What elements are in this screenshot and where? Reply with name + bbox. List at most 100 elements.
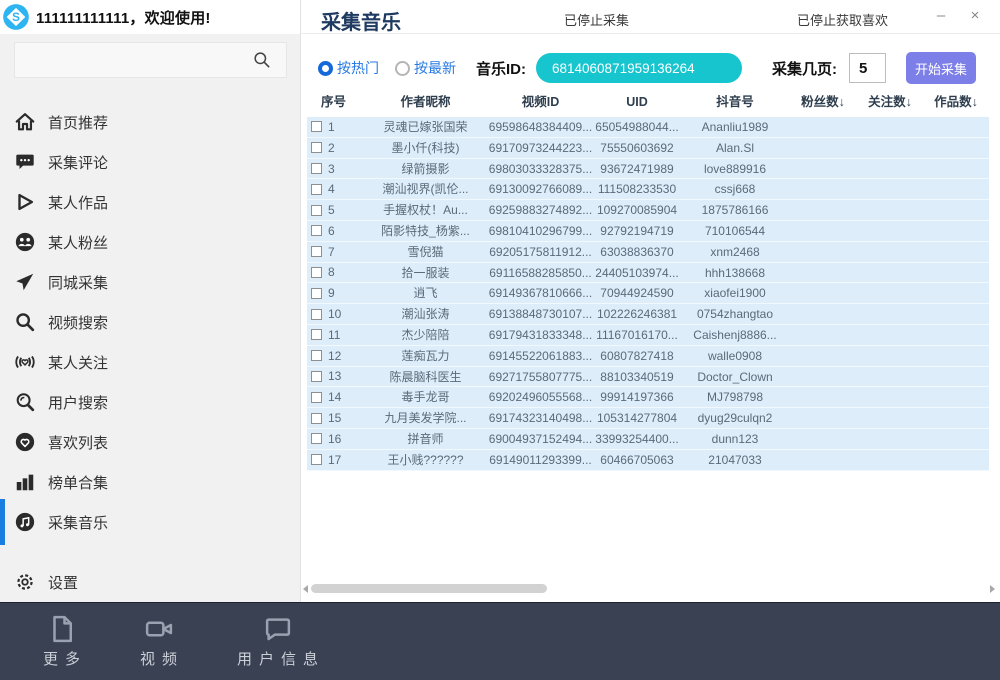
main-panel: 采集音乐 已停止采集 已停止获取喜欢 – × 按热门 按最新 音乐ID: 采集几… — [300, 0, 1000, 602]
row-checkbox[interactable] — [311, 392, 322, 403]
row-checkbox[interactable] — [311, 184, 322, 195]
table-cell: 69202496055568... — [488, 387, 593, 407]
table-header-6[interactable]: 关注数↓ — [857, 90, 923, 114]
row-checkbox[interactable] — [311, 205, 322, 216]
table-cell — [923, 346, 989, 366]
radio-by-new-label[interactable]: 按最新 — [414, 58, 456, 78]
scroll-right-arrow-icon[interactable] — [990, 585, 995, 593]
table-cell: 11167016170... — [593, 325, 681, 345]
minimize-button[interactable]: – — [930, 5, 952, 27]
table-row[interactable]: 16拼音师69004937152494...33993254400...dunn… — [307, 429, 989, 450]
sidebar-item-comments[interactable]: 采集评论 — [0, 142, 300, 182]
radio-by-hot[interactable] — [318, 61, 333, 76]
row-checkbox[interactable] — [311, 163, 322, 174]
row-checkbox[interactable] — [311, 225, 322, 236]
table-cell — [857, 387, 923, 407]
pages-input[interactable] — [849, 53, 886, 83]
table-row[interactable]: 15九月美发学院...69174323140498...105314277804… — [307, 408, 989, 429]
table-row[interactable]: 13陈晨脑科医生69271755807775...88103340519Doct… — [307, 367, 989, 388]
controls-bar: 按热门 按最新 音乐ID: 采集几页: 开始采集 — [301, 48, 1000, 88]
table-cell: 60807827418 — [593, 346, 681, 366]
sidebar-item-city[interactable]: 同城采集 — [0, 262, 300, 302]
sidebar-item-home[interactable]: 首页推荐 — [0, 102, 300, 142]
table-row[interactable]: 14毒手龙哥69202496055568...99914197366MJ7987… — [307, 387, 989, 408]
table-cell: 69271755807775... — [488, 367, 593, 387]
table-row[interactable]: 5手握权杖！Au...69259883274892...109270085904… — [307, 200, 989, 221]
sidebar-item-rankings[interactable]: 榜单合集 — [0, 462, 300, 502]
table-row[interactable]: 8拾一服装69116588285850...24405103974...hhh1… — [307, 263, 989, 284]
sidebar-item-follows[interactable]: 某人关注 — [0, 342, 300, 382]
table-cell: 93672471989 — [593, 159, 681, 179]
sidebar-item-user-search[interactable]: 用户搜索 — [0, 382, 300, 422]
collect-status-text: 已停止采集 — [564, 10, 629, 29]
row-checkbox[interactable] — [311, 309, 322, 320]
row-checkbox[interactable] — [311, 433, 322, 444]
scrollbar-thumb[interactable] — [311, 584, 547, 593]
search-input[interactable] — [15, 43, 252, 77]
bottombar-item-video[interactable]: 视频 — [133, 614, 184, 669]
sidebar-item-works[interactable]: 某人作品 — [0, 182, 300, 222]
bottombar-item-user-info[interactable]: 用户信息 — [230, 614, 325, 669]
row-seq: 8 — [328, 263, 335, 283]
main-header: 采集音乐 已停止采集 已停止获取喜欢 – × — [301, 0, 1000, 34]
row-checkbox[interactable] — [311, 413, 322, 424]
table-cell — [923, 263, 989, 283]
row-checkbox[interactable] — [311, 246, 322, 257]
table-row[interactable]: 17王小贱??????69149011293399...604667050632… — [307, 450, 989, 471]
table-row[interactable]: 11杰少陪陪69179431833348...11167016170...Cai… — [307, 325, 989, 346]
row-checkbox[interactable] — [311, 267, 322, 278]
row-checkbox[interactable] — [311, 371, 322, 382]
bottom-toolbar: 更多视频 用户信息 — [0, 602, 1000, 680]
row-checkbox[interactable] — [311, 329, 322, 340]
app-logo-icon: S — [2, 3, 30, 31]
sidebar-item-label: 首页推荐 — [48, 112, 108, 133]
table-cell: 88103340519 — [593, 367, 681, 387]
table-row[interactable]: 1灵魂已嫁张国荣69598648384409...65054988044...A… — [307, 117, 989, 138]
row-checkbox[interactable] — [311, 121, 322, 132]
table-header-5[interactable]: 粉丝数↓ — [789, 90, 857, 114]
table-row[interactable]: 2墨小仟(科技)69170973244223...75550603692Alan… — [307, 138, 989, 159]
radio-by-new[interactable] — [395, 61, 410, 76]
table-row[interactable]: 4潮汕视界(凯伦...69130092766089...111508233530… — [307, 179, 989, 200]
bottombar-item-more[interactable]: 更多 — [36, 614, 87, 669]
search-icon[interactable] — [252, 50, 272, 70]
bottombar-item-label: 视频 — [133, 648, 184, 669]
table-cell: 王小贱?????? — [363, 450, 488, 470]
row-checkbox[interactable] — [311, 454, 322, 465]
row-seq: 12 — [328, 346, 341, 366]
row-seq-cell: 11 — [307, 325, 363, 345]
table-row[interactable]: 7雪倪猫69205175811912...63038836370xnm2468 — [307, 242, 989, 263]
table-row[interactable]: 3绿箭摄影69803033328375...93672471989love889… — [307, 159, 989, 180]
table-cell — [923, 408, 989, 428]
row-checkbox[interactable] — [311, 350, 322, 361]
table-cell: 陌影特技_杨紫... — [363, 221, 488, 241]
table-cell — [789, 450, 857, 470]
row-checkbox[interactable] — [311, 142, 322, 153]
sidebar-item-settings[interactable]: 设置 — [0, 562, 300, 602]
row-checkbox[interactable] — [311, 288, 322, 299]
row-seq-cell: 7 — [307, 242, 363, 262]
row-seq-cell: 8 — [307, 263, 363, 283]
search-box — [14, 42, 287, 78]
sidebar-item-fans[interactable]: 某人粉丝 — [0, 222, 300, 262]
scroll-left-arrow-icon[interactable] — [303, 585, 308, 593]
sidebar-item-video-search[interactable]: 视频搜索 — [0, 302, 300, 342]
start-collect-button[interactable]: 开始采集 — [906, 52, 976, 84]
table-row[interactable]: 9逍飞69149367810666...70944924590xiaofei19… — [307, 283, 989, 304]
table-row[interactable]: 6陌影特技_杨紫...69810410296799...927921947197… — [307, 221, 989, 242]
table-cell — [857, 221, 923, 241]
table-row[interactable]: 12莲痴瓦力69145522061883...60807827418walle0… — [307, 346, 989, 367]
music-id-input[interactable] — [536, 53, 742, 83]
table-row[interactable]: 10潮汕张涛69138848730107...1022262463810754z… — [307, 304, 989, 325]
video-icon — [144, 614, 174, 644]
table-cell — [857, 179, 923, 199]
row-seq: 14 — [328, 387, 341, 407]
table-cell — [789, 242, 857, 262]
table-cell: 毒手龙哥 — [363, 387, 488, 407]
radio-by-hot-label[interactable]: 按热门 — [337, 58, 379, 78]
close-button[interactable]: × — [964, 5, 986, 27]
table-header-7[interactable]: 作品数↓ — [923, 90, 989, 114]
table-cell: 潮汕张涛 — [363, 304, 488, 324]
sidebar-item-music[interactable]: 采集音乐 — [0, 502, 300, 542]
sidebar-item-likes[interactable]: 喜欢列表 — [0, 422, 300, 462]
